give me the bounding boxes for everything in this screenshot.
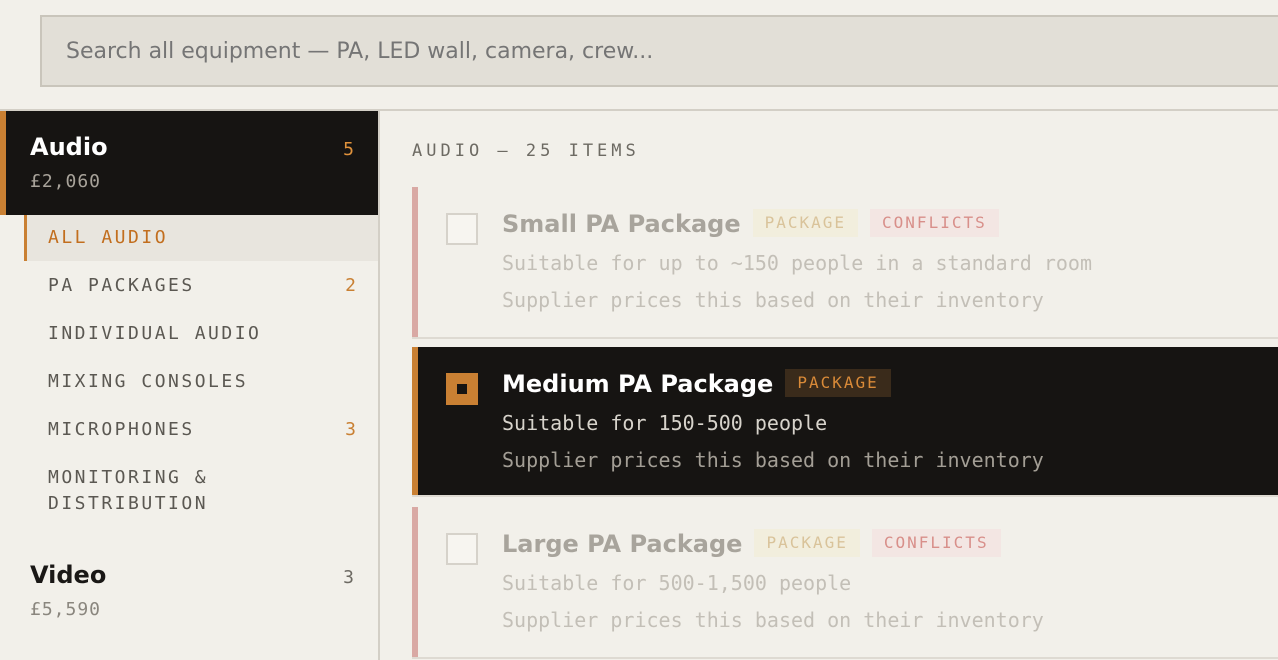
category-video[interactable]: Video £5,590 3 bbox=[0, 551, 378, 631]
card-note: Supplier prices this based on their inve… bbox=[502, 288, 1044, 312]
equipment-list: AUDIO — 25 ITEMS Small PA Package PACKAGE… bbox=[380, 111, 1278, 660]
active-accent-bar bbox=[0, 111, 6, 215]
card-title: Medium PA Package bbox=[502, 370, 774, 398]
subcategory-count: 3 bbox=[345, 419, 356, 440]
conflict-bar bbox=[412, 507, 418, 657]
select-checkbox[interactable] bbox=[446, 373, 478, 405]
category-price: £5,590 bbox=[30, 599, 102, 620]
package-tag: PACKAGE bbox=[752, 209, 859, 237]
subcategory-label: MONITORING & DISTRIBUTION bbox=[48, 467, 209, 514]
card-title: Small PA Package bbox=[502, 210, 741, 238]
subcategory-pa-packages[interactable]: PA PACKAGES 2 bbox=[24, 273, 378, 299]
subcategory-label: ALL AUDIO bbox=[48, 227, 169, 248]
category-audio[interactable]: Audio £2,060 5 bbox=[0, 111, 378, 215]
subcategory-count: 2 bbox=[345, 275, 356, 296]
equipment-card-medium-pa[interactable]: Medium PA Package PACKAGE Suitable for 15… bbox=[412, 347, 1278, 497]
subcategory-all-audio[interactable]: ALL AUDIO bbox=[24, 215, 378, 261]
equipment-card-large-pa[interactable]: Large PA Package PACKAGE CONFLICTS Suitabl… bbox=[412, 507, 1278, 659]
card-note: Supplier prices this based on their inve… bbox=[502, 608, 1044, 632]
subcategory-label: PA PACKAGES bbox=[48, 275, 195, 296]
package-tag: PACKAGE bbox=[754, 529, 860, 557]
select-checkbox[interactable] bbox=[446, 533, 478, 565]
equipment-card-small-pa[interactable]: Small PA Package PACKAGE CONFLICTS Suitabl… bbox=[412, 187, 1278, 339]
category-price: £2,060 bbox=[30, 171, 102, 192]
card-description: Suitable for up to ~150 people in a stan… bbox=[502, 251, 1093, 275]
subcategory-label: MIXING CONSOLES bbox=[48, 371, 249, 392]
subcategory-mixing-consoles[interactable]: MIXING CONSOLES bbox=[24, 369, 378, 395]
selected-accent-bar bbox=[412, 347, 418, 495]
conflicts-tag: CONFLICTS bbox=[870, 209, 999, 237]
subcategory-label: INDIVIDUAL AUDIO bbox=[48, 323, 262, 344]
conflicts-tag: CONFLICTS bbox=[871, 529, 1001, 557]
package-tag: PACKAGE bbox=[785, 369, 891, 397]
search-input[interactable] bbox=[40, 15, 1278, 87]
card-description: Suitable for 150-500 people bbox=[502, 411, 828, 435]
subcategory-individual-audio[interactable]: INDIVIDUAL AUDIO bbox=[24, 321, 378, 347]
category-name: Video bbox=[30, 561, 107, 589]
card-title: Large PA Package bbox=[502, 530, 743, 558]
section-heading: AUDIO — 25 ITEMS bbox=[412, 141, 640, 161]
card-note: Supplier prices this based on their inve… bbox=[502, 448, 1044, 472]
subcategory-microphones[interactable]: MICROPHONES 3 bbox=[24, 417, 378, 443]
category-name: Audio bbox=[30, 133, 108, 161]
subcategory-monitoring-distribution[interactable]: MONITORING & DISTRIBUTION bbox=[24, 465, 264, 517]
category-count: 5 bbox=[343, 139, 354, 160]
subcategory-label: MICROPHONES bbox=[48, 419, 195, 440]
category-count: 3 bbox=[343, 567, 354, 588]
select-checkbox[interactable] bbox=[446, 213, 478, 245]
conflict-bar bbox=[412, 187, 418, 337]
category-sidebar: Audio £2,060 5 ALL AUDIO PA PACKAGES 2 I… bbox=[0, 111, 378, 660]
card-description: Suitable for 500-1,500 people bbox=[502, 571, 852, 595]
